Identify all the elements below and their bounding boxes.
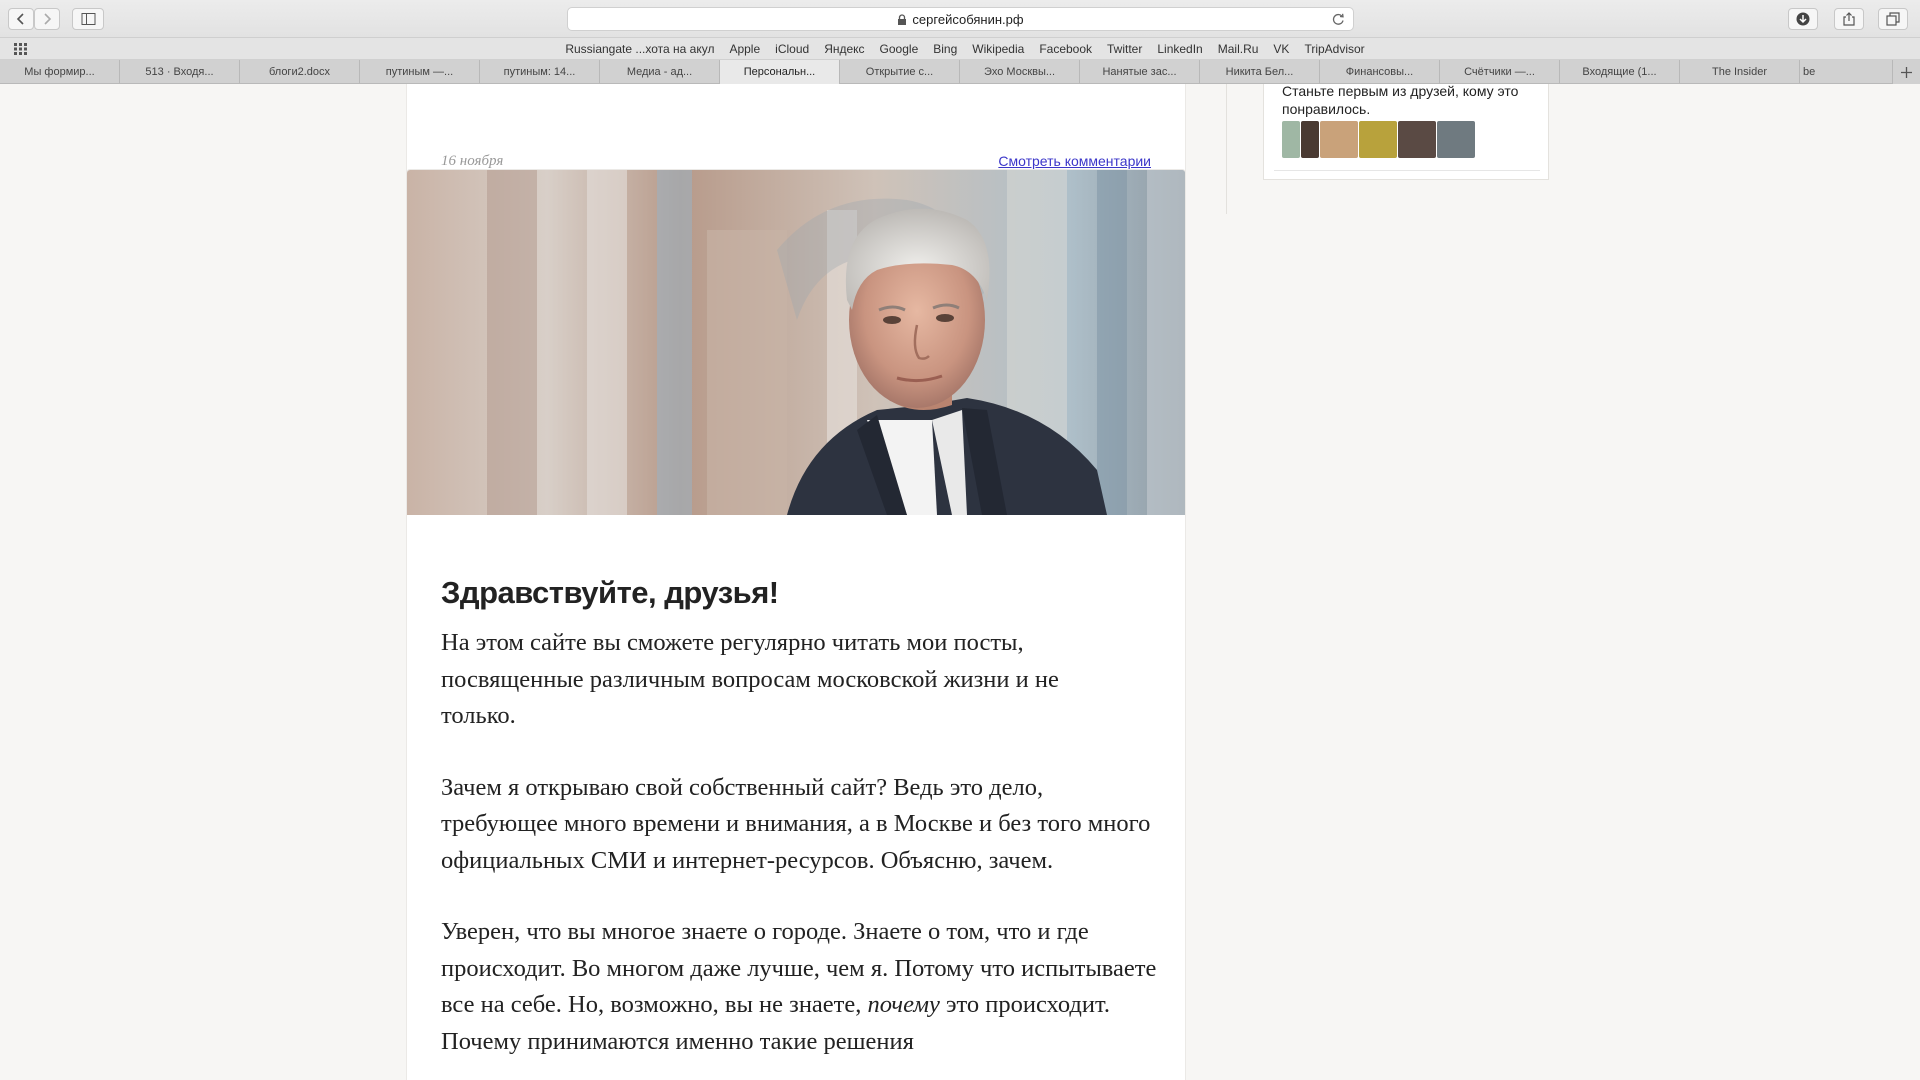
- avatar[interactable]: [1359, 121, 1397, 158]
- favorite-link[interactable]: Яндекс: [824, 42, 864, 56]
- browser-tab[interactable]: The Insider: [1680, 60, 1800, 84]
- browser-tab-active[interactable]: Персональн...: [720, 60, 840, 84]
- reload-icon[interactable]: [1332, 13, 1345, 26]
- favorite-link[interactable]: Wikipedia: [972, 42, 1024, 56]
- browser-tab[interactable]: Финансовы...: [1320, 60, 1440, 84]
- facebook-like-box: Станьте первым из друзей, кому это понра…: [1274, 84, 1540, 171]
- facebook-like-widget: Станьте первым из друзей, кому это понра…: [1263, 84, 1549, 180]
- sidebar-icon: [81, 13, 95, 25]
- browser-tab[interactable]: Эхо Москвы...: [960, 60, 1080, 84]
- new-tab-button[interactable]: [1892, 60, 1920, 84]
- sidebar-divider: [1226, 84, 1227, 214]
- avatar[interactable]: [1320, 121, 1358, 158]
- url-text: сергейсобянин.рф: [912, 11, 1024, 27]
- favorites-bar: Russiangate ...хота на акул Apple iCloud…: [0, 38, 1920, 60]
- article-paragraph: Зачем я открываю свой собственный сайт? …: [441, 773, 1151, 874]
- browser-tab[interactable]: 513 · Входя...: [120, 60, 240, 84]
- avatar[interactable]: [1301, 121, 1319, 158]
- back-button[interactable]: [8, 8, 34, 30]
- favorite-link[interactable]: Apple: [729, 42, 760, 56]
- browser-toolbar: сергейсобянин.рф: [0, 0, 1920, 38]
- post-date: 16 ноября: [441, 153, 504, 169]
- browser-tab[interactable]: путиным: 14...: [480, 60, 600, 84]
- browser-tab[interactable]: Нанятые зас...: [1080, 60, 1200, 84]
- favorite-link[interactable]: Twitter: [1107, 42, 1142, 56]
- favorite-link[interactable]: VK: [1273, 42, 1289, 56]
- tab-bar: Мы формир... 513 · Входя... блоги2.docx …: [0, 60, 1920, 84]
- favorite-link[interactable]: LinkedIn: [1157, 42, 1202, 56]
- favorite-link[interactable]: Facebook: [1039, 42, 1092, 56]
- share-button[interactable]: [1834, 8, 1864, 30]
- browser-tab[interactable]: Открытие с...: [840, 60, 960, 84]
- lock-icon: [898, 13, 907, 25]
- chevron-right-icon: [44, 13, 52, 25]
- browser-tab[interactable]: Счётчики —...: [1440, 60, 1560, 84]
- favorites-list: Russiangate ...хота на акул Apple iCloud…: [0, 38, 1920, 60]
- tabs-overview-button[interactable]: [1878, 8, 1908, 30]
- page-content: 16 ноября Смотреть комментарии Станьте п…: [0, 84, 1920, 1080]
- avatar[interactable]: [1282, 121, 1300, 158]
- article-paragraph: На этом сайте вы сможете регулярно читат…: [441, 629, 1059, 729]
- browser-tab[interactable]: Медиа - ад...: [600, 60, 720, 84]
- downloads-button[interactable]: [1788, 8, 1818, 30]
- emphasized-word: почему: [867, 991, 940, 1018]
- avatar[interactable]: [1437, 121, 1475, 158]
- forward-button[interactable]: [34, 8, 60, 30]
- browser-tab[interactable]: Мы формир...: [0, 60, 120, 84]
- tabs-icon: [1886, 12, 1900, 26]
- article-card: Здравствуйте, друзья! На этом сайте вы с…: [406, 169, 1186, 1080]
- friend-avatars: [1282, 121, 1475, 158]
- avatar[interactable]: [1398, 121, 1436, 158]
- favorite-link[interactable]: Bing: [933, 42, 957, 56]
- article-paragraph: Уверен, что вы многое знаете о городе. З…: [441, 914, 1161, 1060]
- chevron-left-icon: [16, 13, 24, 25]
- plus-icon: [1901, 66, 1912, 78]
- browser-tab[interactable]: be: [1800, 60, 1840, 84]
- author-photo: [407, 170, 1185, 515]
- browser-tab[interactable]: блоги2.docx: [240, 60, 360, 84]
- portrait-image: [407, 170, 1185, 515]
- article-title: Здравствуйте, друзья!: [441, 575, 779, 610]
- browser-tab[interactable]: путиным —...: [360, 60, 480, 84]
- share-icon: [1843, 12, 1855, 26]
- favorite-link[interactable]: TripAdvisor: [1304, 42, 1364, 56]
- favorite-link[interactable]: Russiangate ...хота на акул: [565, 42, 714, 56]
- browser-tab[interactable]: Никита Бел...: [1200, 60, 1320, 84]
- sidebar-toggle-button[interactable]: [72, 8, 104, 30]
- address-bar[interactable]: сергейсобянин.рф: [567, 7, 1354, 31]
- favorite-link[interactable]: iCloud: [775, 42, 809, 56]
- browser-tab[interactable]: Входящие (1...: [1560, 60, 1680, 84]
- favorite-link[interactable]: Google: [880, 42, 919, 56]
- facebook-like-text: Станьте первым из друзей, кому это понра…: [1282, 84, 1519, 117]
- favorite-link[interactable]: Mail.Ru: [1218, 42, 1259, 56]
- download-icon: [1796, 12, 1810, 26]
- view-comments-link[interactable]: Смотреть комментарии: [998, 153, 1151, 169]
- article-body: Здравствуйте, друзья! На этом сайте вы с…: [441, 575, 1161, 1080]
